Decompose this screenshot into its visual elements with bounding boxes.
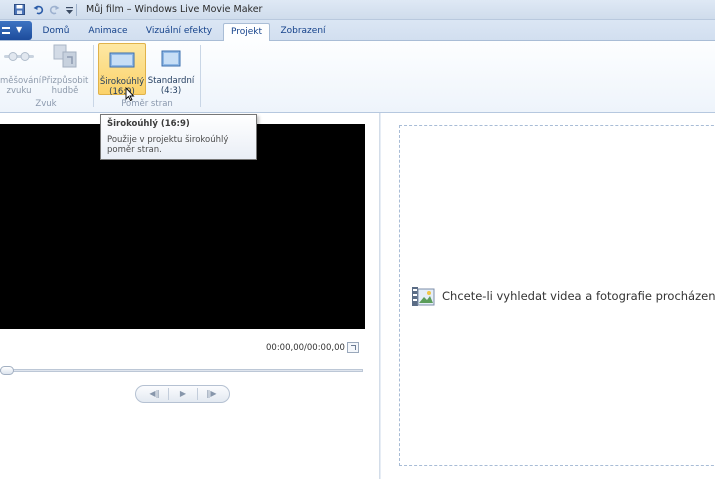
seek-bar[interactable]	[0, 369, 363, 372]
tab-animations[interactable]: Animace	[84, 23, 132, 41]
ribbon-tab-bar: ▼ Domů Animace Vizuální efekty Projekt Z…	[0, 20, 715, 42]
group-separator	[200, 45, 201, 107]
group-label-audio: Zvuk	[35, 99, 57, 109]
timecode: 00:00,00/00:00,00	[266, 343, 345, 353]
fullscreen-icon[interactable]	[347, 342, 359, 353]
storyboard-prompt: Chcete-li vyhledat videa a fotografie pr…	[442, 289, 715, 303]
group-label-aspect-ratio: Poměr stran	[121, 99, 173, 109]
add-media-icon[interactable]	[411, 286, 435, 307]
widescreen-label-1: Širokoúhlý	[99, 77, 145, 87]
tab-home[interactable]: Domů	[36, 23, 76, 41]
qat-separator	[76, 4, 77, 16]
window-title: Můj film – Windows Live Movie Maker	[86, 4, 263, 15]
audio-mix-button[interactable]: měšování zvuku	[0, 43, 42, 96]
customize-qat-icon[interactable]	[64, 6, 75, 17]
widescreen-label-2: (16:9)	[109, 87, 135, 97]
play-icon[interactable]: ▶	[170, 387, 196, 401]
audio-mix-label-2: zvuku	[6, 86, 32, 96]
control-separator	[168, 388, 169, 400]
standard-label-2: (4:3)	[160, 86, 182, 96]
group-separator	[93, 45, 94, 107]
fit-to-music-button[interactable]: Přizpůsobit hudbě	[40, 43, 90, 96]
playback-controls: ◀‖ ▶ ‖▶	[135, 385, 230, 403]
widescreen-button[interactable]: Širokoúhlý (16:9)	[98, 43, 146, 97]
widescreen-icon	[109, 52, 135, 68]
audio-mix-icon	[4, 52, 34, 61]
title-bar: Můj film – Windows Live Movie Maker	[0, 0, 715, 20]
fit-to-music-label-1: Přizpůsobit	[41, 76, 89, 86]
tooltip-body: Použije v projektu širokoúhlý poměr stra…	[107, 135, 229, 155]
tab-project[interactable]: Projekt	[223, 23, 270, 42]
redo-icon[interactable]	[49, 4, 60, 15]
next-frame-icon[interactable]: ‖▶	[199, 387, 224, 401]
standard-label-1: Standardní	[147, 76, 195, 86]
tab-visual-effects[interactable]: Vizuální efekty	[140, 23, 218, 41]
seek-thumb[interactable]	[0, 366, 14, 375]
undo-icon[interactable]	[33, 4, 44, 15]
application-menu-button[interactable]: ▼	[0, 21, 32, 40]
previous-frame-icon[interactable]: ◀‖	[142, 387, 167, 401]
control-separator	[197, 388, 198, 400]
audio-mix-label-1: měšování	[0, 76, 42, 86]
standard-button[interactable]: Standardní (4:3)	[147, 43, 195, 96]
fit-to-music-icon	[53, 44, 77, 68]
menu-icon	[2, 27, 10, 34]
standard-icon	[161, 50, 181, 67]
fit-to-music-label-2: hudbě	[51, 86, 79, 96]
pane-splitter[interactable]	[379, 113, 381, 479]
save-icon[interactable]	[14, 4, 25, 15]
chevron-down-icon: ▼	[16, 25, 23, 34]
tab-view[interactable]: Zobrazení	[275, 23, 331, 41]
tooltip: Širokoúhlý (16:9) Použije v projektu šir…	[100, 114, 257, 160]
mouse-cursor-icon	[125, 87, 135, 101]
tooltip-title: Širokoúhlý (16:9)	[107, 119, 190, 129]
ribbon-panel: měšování zvuku Přizpůsobit hudbě Zvuk Ši…	[0, 41, 715, 113]
